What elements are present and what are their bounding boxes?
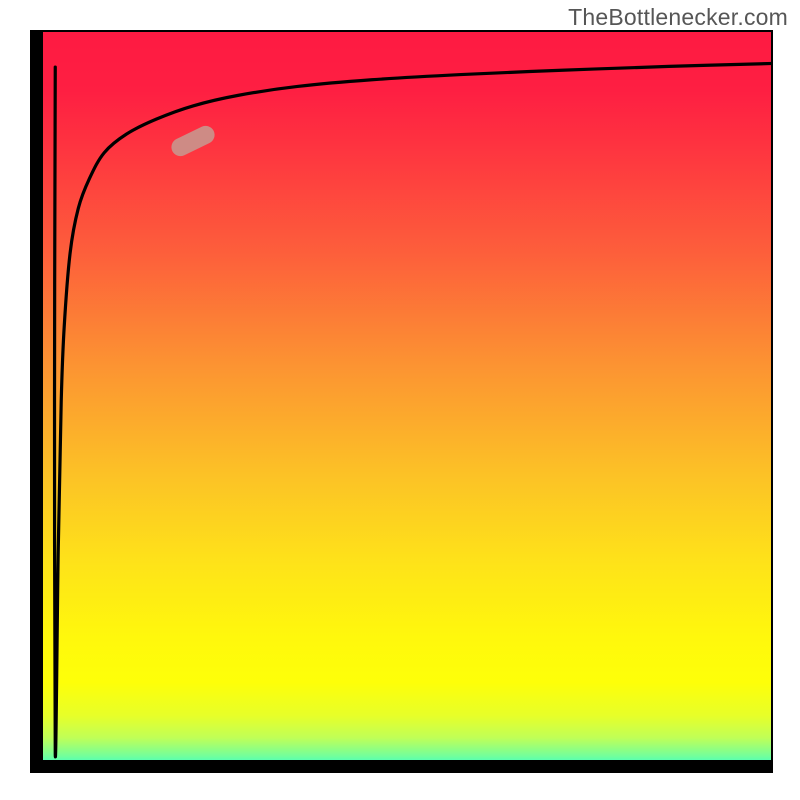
watermark-text: TheBottlenecker.com [568,4,788,31]
y-axis-bar [30,30,43,773]
x-axis-bar [30,760,773,773]
plot-area [30,30,773,773]
chart-stage: TheBottlenecker.com [0,0,800,800]
